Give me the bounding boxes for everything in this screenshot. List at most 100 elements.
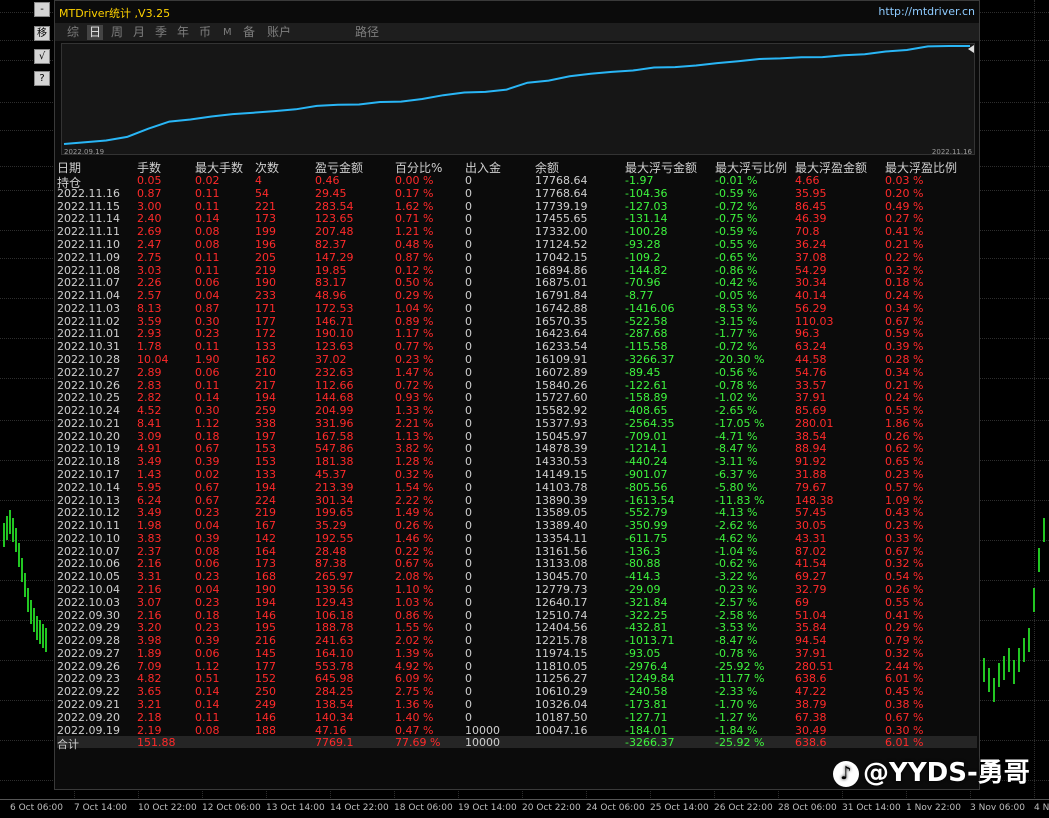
time-axis-label: 14 Oct 22:00 [330, 803, 389, 813]
cell-count: 210 [255, 365, 276, 379]
cell-max-float-loss: -901.07 [625, 467, 668, 481]
cell-count: 133 [255, 467, 276, 481]
cell-lots: 1.98 [137, 519, 162, 533]
cell-count: 221 [255, 199, 276, 213]
total-percent: 77.69 % [395, 736, 441, 750]
cell-max-float-loss-pct: -1.02 % [715, 391, 758, 405]
cell-max-float-profit-pct: 0.62 % [885, 442, 924, 456]
cell-max-float-profit-pct: 0.20 % [885, 186, 924, 200]
cell-percent: 1.28 % [395, 455, 434, 469]
time-axis-label: 4 N [1034, 803, 1049, 813]
cell-max-float-profit: 37.91 [795, 646, 827, 660]
cell-date: 2022.09.30 [57, 608, 120, 622]
cell-max-float-loss-pct: -0.59 % [715, 186, 758, 200]
cell-percent: 0.26 % [395, 519, 434, 533]
cell-deposit: 0 [465, 416, 472, 430]
cell-percent: 1.47 % [395, 365, 434, 379]
cell-lots: 3.03 [137, 263, 162, 277]
cell-max-float-loss-pct: -0.01 % [715, 174, 758, 187]
cell-deposit: 0 [465, 506, 472, 520]
cell-pnl: 29.45 [315, 186, 347, 200]
cell-lots: 2.26 [137, 276, 162, 290]
tab-account[interactable]: 账户 [267, 25, 291, 40]
cell-max-float-loss-pct: -1.84 % [715, 723, 758, 737]
tab-path[interactable]: 路径 [355, 25, 379, 40]
cell-lots: 3.21 [137, 698, 162, 711]
cell-max-float-loss-pct: -0.55 % [715, 237, 758, 251]
tab-symbol[interactable]: 币 [199, 25, 211, 40]
tab-yearly[interactable]: 年 [177, 25, 189, 40]
cell-percent: 0.00 % [395, 174, 434, 187]
cell-count: 190 [255, 583, 276, 596]
cell-count: 205 [255, 250, 276, 264]
cell-percent: 4.92 % [395, 659, 434, 673]
minimize-button[interactable]: - [34, 2, 50, 17]
cell-percent: 0.72 % [395, 378, 434, 392]
cell-max-float-profit: 4.66 [795, 174, 820, 187]
cell-max-float-loss: -158.89 [625, 391, 668, 405]
move-button[interactable]: 移 [34, 26, 50, 41]
cell-max-float-profit: 30.05 [795, 519, 827, 533]
cell-balance: 16233.54 [535, 340, 588, 354]
cell-percent: 0.17 % [395, 186, 434, 200]
cell-max-float-loss-pct: -2.58 % [715, 608, 758, 622]
cell-percent: 2.08 % [395, 570, 434, 584]
cell-max-float-profit-pct: 0.67 % [885, 544, 924, 558]
cell-count: 199 [255, 225, 276, 239]
cell-max-float-loss: -3266.37 [625, 352, 675, 366]
cell-percent: 0.32 % [395, 467, 434, 481]
cell-max-float-profit-pct: 0.26 % [885, 583, 924, 596]
social-app-logo-icon: ♪ [833, 760, 859, 787]
cell-pnl: 301.34 [315, 493, 354, 507]
cell-max-lots: 0.51 [195, 672, 220, 686]
equity-curve: 2022.09.19 2022.11.16 [61, 43, 975, 156]
cell-deposit: 0 [465, 186, 472, 200]
cell-max-float-profit-pct: 0.38 % [885, 698, 924, 711]
cell-max-float-profit: 51.04 [795, 608, 827, 622]
cell-percent: 1.33 % [395, 404, 434, 417]
cell-lots: 2.82 [137, 391, 162, 405]
website-link[interactable]: http://mtdriver.cn [878, 5, 975, 18]
cell-deposit: 0 [465, 455, 472, 469]
cell-max-lots: 0.18 [195, 608, 220, 622]
cell-lots: 2.16 [137, 583, 162, 596]
tab-summary[interactable]: 综 [67, 25, 79, 40]
cell-lots: 3.07 [137, 595, 162, 609]
help-button[interactable]: ? [34, 71, 50, 86]
tab-notes[interactable]: 备 [243, 25, 255, 40]
tab-weekly[interactable]: 周 [111, 25, 123, 40]
cell-date: 2022.10.10 [57, 531, 120, 545]
cell-lots: 3.83 [137, 531, 162, 545]
cell-count: 177 [255, 659, 276, 673]
cell-balance: 13890.39 [535, 493, 588, 507]
cell-percent: 1.10 % [395, 583, 434, 596]
cell-max-float-profit-pct: 1.86 % [885, 416, 924, 430]
tab-daily[interactable]: 日 [87, 25, 104, 40]
period-tabs: 综 日 周 月 季 年 币 M 备 账户 路径 [55, 23, 979, 41]
cell-count: 194 [255, 480, 276, 494]
cell-max-float-profit: 110.03 [795, 314, 834, 328]
cell-balance: 17332.00 [535, 225, 588, 239]
cell-count: 173 [255, 557, 276, 571]
tab-magic[interactable]: M [223, 25, 232, 40]
cell-count: 167 [255, 519, 276, 533]
cell-max-float-loss: -100.28 [625, 225, 668, 239]
cell-balance: 14330.53 [535, 455, 588, 469]
cell-lots: 3.59 [137, 314, 162, 328]
tab-quarterly[interactable]: 季 [155, 25, 167, 40]
cell-count: 146 [255, 710, 276, 724]
cell-max-float-loss: -321.84 [625, 595, 668, 609]
cell-max-float-loss: -89.45 [625, 365, 661, 379]
cell-max-float-loss: -1416.06 [625, 301, 675, 315]
cell-pnl: 283.54 [315, 199, 354, 213]
cell-max-float-profit: 38.79 [795, 698, 827, 711]
check-button[interactable]: √ [34, 49, 50, 64]
tab-monthly[interactable]: 月 [133, 25, 145, 40]
cell-max-float-profit: 148.38 [795, 493, 834, 507]
cell-max-float-profit: 280.51 [795, 659, 834, 673]
cell-max-float-profit-pct: 0.30 % [885, 723, 924, 737]
cell-max-lots: 0.11 [195, 186, 220, 200]
cell-percent: 0.86 % [395, 608, 434, 622]
cell-max-float-loss-pct: -0.05 % [715, 289, 758, 302]
cell-max-float-loss: -432.81 [625, 621, 668, 635]
